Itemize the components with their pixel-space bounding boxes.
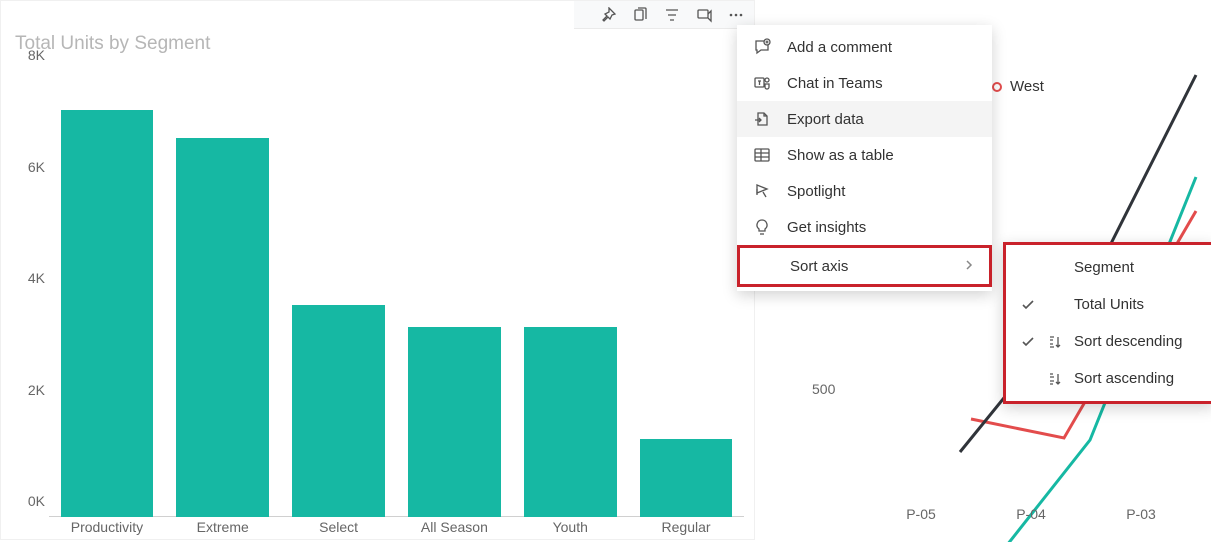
comment-icon	[751, 36, 773, 58]
bar-slot	[165, 71, 281, 517]
export-icon	[751, 108, 773, 130]
menu-item-label: Get insights	[787, 219, 866, 236]
menu-item-label: Sort descending	[1074, 333, 1182, 350]
x-tick: Extreme	[165, 519, 281, 537]
x-tick: Regular	[628, 519, 744, 537]
menu-item-label: Show as a table	[787, 147, 894, 164]
bar-slot	[628, 71, 744, 517]
more-options-icon[interactable]	[726, 5, 746, 25]
menu-item-label: Sort axis	[790, 258, 848, 275]
menu-spotlight[interactable]: Spotlight	[737, 173, 992, 209]
bar-all-season[interactable]	[408, 327, 501, 517]
y-tick: 0K	[28, 493, 45, 509]
sort-axis-submenu: Segment Total Units Sort descending Sort…	[1003, 242, 1211, 404]
submenu-sort-ascending[interactable]: Sort ascending	[1006, 360, 1211, 397]
menu-item-label: Spotlight	[787, 183, 845, 200]
menu-item-label: Add a comment	[787, 39, 892, 56]
x-tick: Select	[281, 519, 397, 537]
menu-add-comment[interactable]: Add a comment	[737, 29, 992, 65]
menu-sort-axis[interactable]: Sort axis	[737, 245, 992, 287]
bar-productivity[interactable]	[61, 110, 154, 517]
menu-item-label: Sort ascending	[1074, 370, 1174, 387]
visual-toolbar	[574, 1, 754, 29]
bar-slot	[281, 71, 397, 517]
bar-slot	[396, 71, 512, 517]
check-slot	[1020, 371, 1036, 387]
teams-icon	[751, 72, 773, 94]
filter-icon[interactable]	[662, 5, 682, 25]
icon-slot	[1046, 296, 1064, 314]
submenu-sort-descending[interactable]: Sort descending	[1006, 323, 1211, 360]
bar-slot	[49, 71, 165, 517]
menu-item-label: Segment	[1074, 259, 1134, 276]
sort-descending-icon	[1046, 333, 1064, 351]
icon-slot	[1046, 259, 1064, 277]
x-tick: P-04	[976, 506, 1086, 522]
copy-icon[interactable]	[630, 5, 650, 25]
x-tick: Youth	[512, 519, 628, 537]
y-tick: 6K	[28, 159, 45, 175]
pin-icon[interactable]	[598, 5, 618, 25]
chevron-right-icon	[963, 258, 975, 275]
y-tick: 4K	[28, 270, 45, 286]
y-tick: 8K	[28, 47, 45, 63]
legend-item-west[interactable]: West	[992, 78, 1044, 95]
x-tick: P-03	[1086, 506, 1196, 522]
x-tick: P-05	[866, 506, 976, 522]
check-icon	[1020, 334, 1036, 350]
x-axis: Productivity Extreme Select All Season Y…	[49, 519, 744, 537]
y-tick: 500	[812, 381, 835, 397]
check-slot	[1020, 260, 1036, 276]
y-tick: 2K	[28, 382, 45, 398]
menu-show-table[interactable]: Show as a table	[737, 137, 992, 173]
bar-slot	[512, 71, 628, 517]
menu-chat-teams[interactable]: Chat in Teams	[737, 65, 992, 101]
bars-container	[49, 71, 744, 517]
y-axis: 0K 2K 4K 6K 8K	[11, 71, 45, 517]
legend-label: West	[1010, 78, 1044, 95]
menu-export-data[interactable]: Export data	[737, 101, 992, 137]
x-tick: All Season	[396, 519, 512, 537]
bar-youth[interactable]	[524, 327, 617, 517]
bar-select[interactable]	[292, 305, 385, 517]
menu-item-label: Export data	[787, 111, 864, 128]
plot-area	[49, 71, 744, 517]
context-menu: Add a comment Chat in Teams Export data …	[737, 25, 992, 291]
legend-dot-icon	[992, 82, 1002, 92]
table-icon	[751, 144, 773, 166]
menu-item-label: Chat in Teams	[787, 75, 883, 92]
x-axis: P-05 P-04 P-03	[866, 506, 1196, 522]
bar-chart-card: Total Units by Segment 0K 2K 4K 6K 8K Pr…	[0, 0, 755, 540]
x-tick: Productivity	[49, 519, 165, 537]
bar-regular[interactable]	[640, 439, 733, 517]
submenu-total-units[interactable]: Total Units	[1006, 286, 1211, 323]
submenu-segment[interactable]: Segment	[1006, 249, 1211, 286]
menu-get-insights[interactable]: Get insights	[737, 209, 992, 245]
focus-mode-icon[interactable]	[694, 5, 714, 25]
spotlight-icon	[751, 180, 773, 202]
menu-item-label: Total Units	[1074, 296, 1144, 313]
check-icon	[1020, 297, 1036, 313]
bar-extreme[interactable]	[176, 138, 269, 517]
lightbulb-icon	[751, 216, 773, 238]
sort-ascending-icon	[1046, 370, 1064, 388]
